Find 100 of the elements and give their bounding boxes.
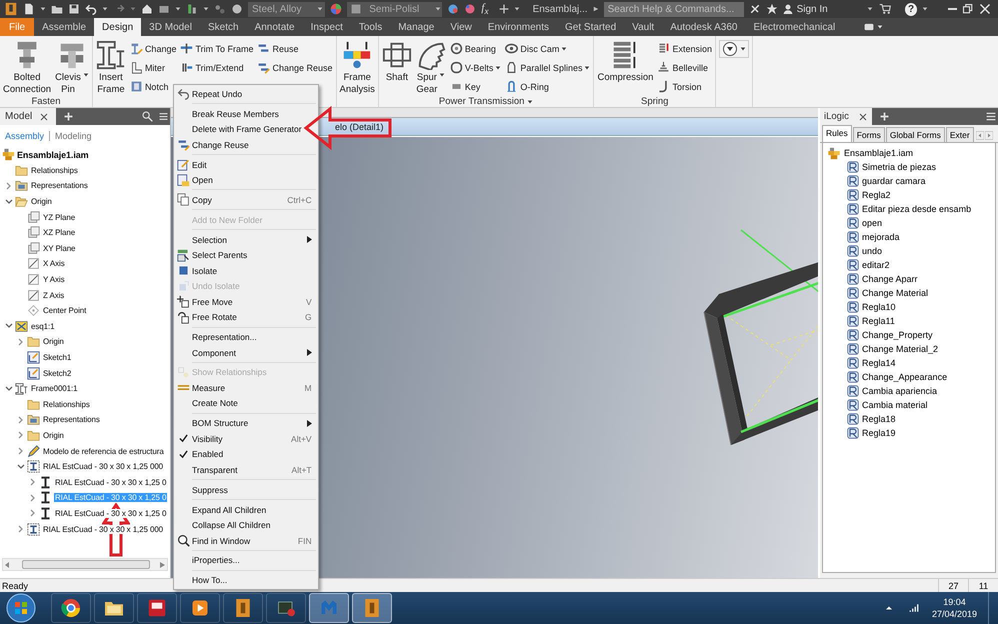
tool-button[interactable]: V-Belts xyxy=(450,59,502,76)
tool-button[interactable]: Bolted Connection xyxy=(3,38,52,96)
sign-in-button[interactable]: Sign In xyxy=(782,3,828,15)
tool-button[interactable]: Parallel Splines xyxy=(505,59,590,76)
ribbon-tab[interactable]: Tools xyxy=(350,18,390,36)
menu-item[interactable]: Suppress xyxy=(174,482,318,498)
tool-button[interactable]: Insert Frame xyxy=(96,38,126,96)
ribbon-tab[interactable]: Electromechanical xyxy=(745,18,844,36)
menu-item[interactable]: Free Rotate G xyxy=(174,309,318,325)
menu-item[interactable]: Visibility Alt+V xyxy=(174,431,318,446)
help-button[interactable]: ? xyxy=(904,2,918,16)
tab[interactable]: Exter xyxy=(946,127,974,142)
tree-item[interactable]: Z Axis xyxy=(42,290,66,300)
tool-button[interactable]: Change Reuse xyxy=(257,59,333,76)
panel-title[interactable]: Fasten xyxy=(3,96,89,107)
rule-item[interactable]: Change_Appearance xyxy=(862,372,948,382)
tool-button[interactable]: Disc Cam xyxy=(505,40,590,57)
tool-button[interactable]: Torsion xyxy=(657,78,712,95)
tree-item[interactable]: XZ Plane xyxy=(42,228,76,238)
tree-item[interactable]: Sketch1 xyxy=(42,353,72,362)
ribbon-tab[interactable]: Manage xyxy=(390,18,442,36)
menu-item[interactable]: Free Move V xyxy=(174,294,318,310)
menu-item[interactable]: How To... xyxy=(174,572,318,588)
tool-button[interactable]: Extension xyxy=(657,40,712,57)
tool-button[interactable]: Compression xyxy=(597,38,654,95)
tree-item[interactable]: Sketch2 xyxy=(42,368,72,378)
tool-button[interactable]: Trim/Extend xyxy=(180,59,254,76)
tab[interactable]: Global Forms xyxy=(886,127,945,142)
tree-item[interactable]: Origin xyxy=(42,337,65,346)
tool-button[interactable]: Spur Gear xyxy=(416,38,446,96)
tree-item[interactable]: RIAL EstCuad - 30 x 30 x 1,25 000 xyxy=(42,462,164,472)
ribbon-tab[interactable]: View xyxy=(442,18,480,36)
tool-button[interactable]: Frame Analysis xyxy=(340,38,375,96)
menu-item[interactable]: Create Note xyxy=(174,396,318,412)
menu-item[interactable]: Isolate xyxy=(174,262,318,278)
tree-item[interactable]: Y Axis xyxy=(42,275,66,284)
rule-item[interactable]: Regla2 xyxy=(862,190,891,200)
rule-item[interactable]: editar2 xyxy=(862,260,890,270)
menu-item[interactable]: Collapse All Children xyxy=(174,517,318,533)
rule-item[interactable]: open xyxy=(862,218,882,228)
tree-item[interactable]: X Axis xyxy=(42,259,66,268)
tree-item[interactable]: Representations xyxy=(30,181,89,190)
ribbon-tab[interactable]: Vault xyxy=(624,18,662,36)
menu-item[interactable]: Repeat Undo xyxy=(174,86,318,102)
tree-item[interactable]: Origin xyxy=(42,430,65,440)
tool-button[interactable]: Miter xyxy=(130,59,176,76)
tree-item[interactable]: RIAL EstCuad - 30 x 30 x 1,25 0 xyxy=(54,478,168,487)
rule-item[interactable]: Editar pieza desde ensamb xyxy=(862,204,972,214)
tool-button[interactable]: Change xyxy=(130,40,176,57)
document-tab[interactable]: elo (Detail1) xyxy=(335,122,384,132)
rule-item[interactable]: Cambia material xyxy=(862,400,928,410)
ribbon-tab[interactable]: Assemble xyxy=(34,18,94,36)
tab[interactable]: Forms xyxy=(852,127,885,142)
menu-item[interactable]: Edit xyxy=(174,156,318,172)
tool-button[interactable]: Reuse xyxy=(257,40,333,57)
rule-item[interactable]: Change_Property xyxy=(862,330,933,340)
rule-item[interactable]: Regla10 xyxy=(862,302,896,312)
rule-item[interactable]: Regla11 xyxy=(862,316,895,326)
menu-item[interactable]: Break Reuse Members xyxy=(174,106,318,122)
rule-item[interactable]: guardar camara xyxy=(862,176,926,186)
tool-button[interactable]: Trim To Frame xyxy=(180,40,254,57)
menu-item[interactable]: Enabled xyxy=(174,446,318,462)
tree-item[interactable]: RIAL EstCuad - 30 x 30 x 1,25 000 xyxy=(42,524,164,534)
menu-item[interactable]: Representation... xyxy=(174,329,318,345)
tree-item[interactable]: Modelo de referencia de estructura xyxy=(42,446,165,456)
tool-button[interactable]: Clevis Pin xyxy=(55,38,89,96)
menu-item[interactable]: iProperties... xyxy=(174,552,318,568)
tree-item[interactable]: Representations xyxy=(42,415,101,424)
tree-item[interactable]: Center Point xyxy=(42,306,88,316)
rule-item[interactable]: Cambia apariencia xyxy=(862,386,938,396)
rule-item[interactable]: Change Material xyxy=(862,288,928,298)
menu-item[interactable]: Measure M xyxy=(174,380,318,396)
ribbon-tab[interactable]: Sketch xyxy=(200,18,247,36)
tree-item[interactable]: Origin xyxy=(30,197,53,206)
rule-item[interactable]: Regla14 xyxy=(862,358,896,368)
tree-item[interactable]: Ensamblaje1.iam xyxy=(844,148,914,158)
tool-button[interactable]: Bearing xyxy=(450,40,502,57)
ribbon-tab[interactable]: Autodesk A360 xyxy=(662,18,746,36)
ribbon-tab[interactable]: Inspect xyxy=(302,18,351,36)
mode-link[interactable]: Modeling xyxy=(55,131,92,141)
tree-item[interactable]: esq1:1 xyxy=(30,322,56,331)
tool-button[interactable]: Belleville xyxy=(657,59,712,76)
tab[interactable]: Rules xyxy=(822,125,852,142)
menu-item[interactable]: Selection xyxy=(174,232,318,248)
mode-link[interactable]: Assembly xyxy=(5,131,44,141)
ribbon-tab[interactable]: 3D Model xyxy=(141,18,200,36)
menu-item[interactable]: Open xyxy=(174,172,318,188)
menu-item[interactable]: Expand All Children xyxy=(174,502,318,518)
tree-item[interactable]: Ensamblaje1.iam xyxy=(16,150,90,160)
tree-item[interactable]: XY Plane xyxy=(42,244,76,253)
tool-button[interactable]: Notch xyxy=(130,78,176,95)
tree-item[interactable]: YZ Plane xyxy=(42,212,76,222)
browser-tab[interactable]: Model xyxy=(0,108,56,125)
panel-title[interactable]: Power Transmission xyxy=(382,96,590,107)
tool-button[interactable]: O-Ring xyxy=(505,78,590,95)
menu-item[interactable]: Copy Ctrl+C xyxy=(174,192,318,208)
tool-button[interactable]: Shaft xyxy=(382,38,412,96)
tool-button[interactable]: Key xyxy=(450,78,502,95)
menu-item[interactable]: Select Parents xyxy=(174,247,318,263)
tree-item[interactable]: Relationships xyxy=(30,166,79,175)
